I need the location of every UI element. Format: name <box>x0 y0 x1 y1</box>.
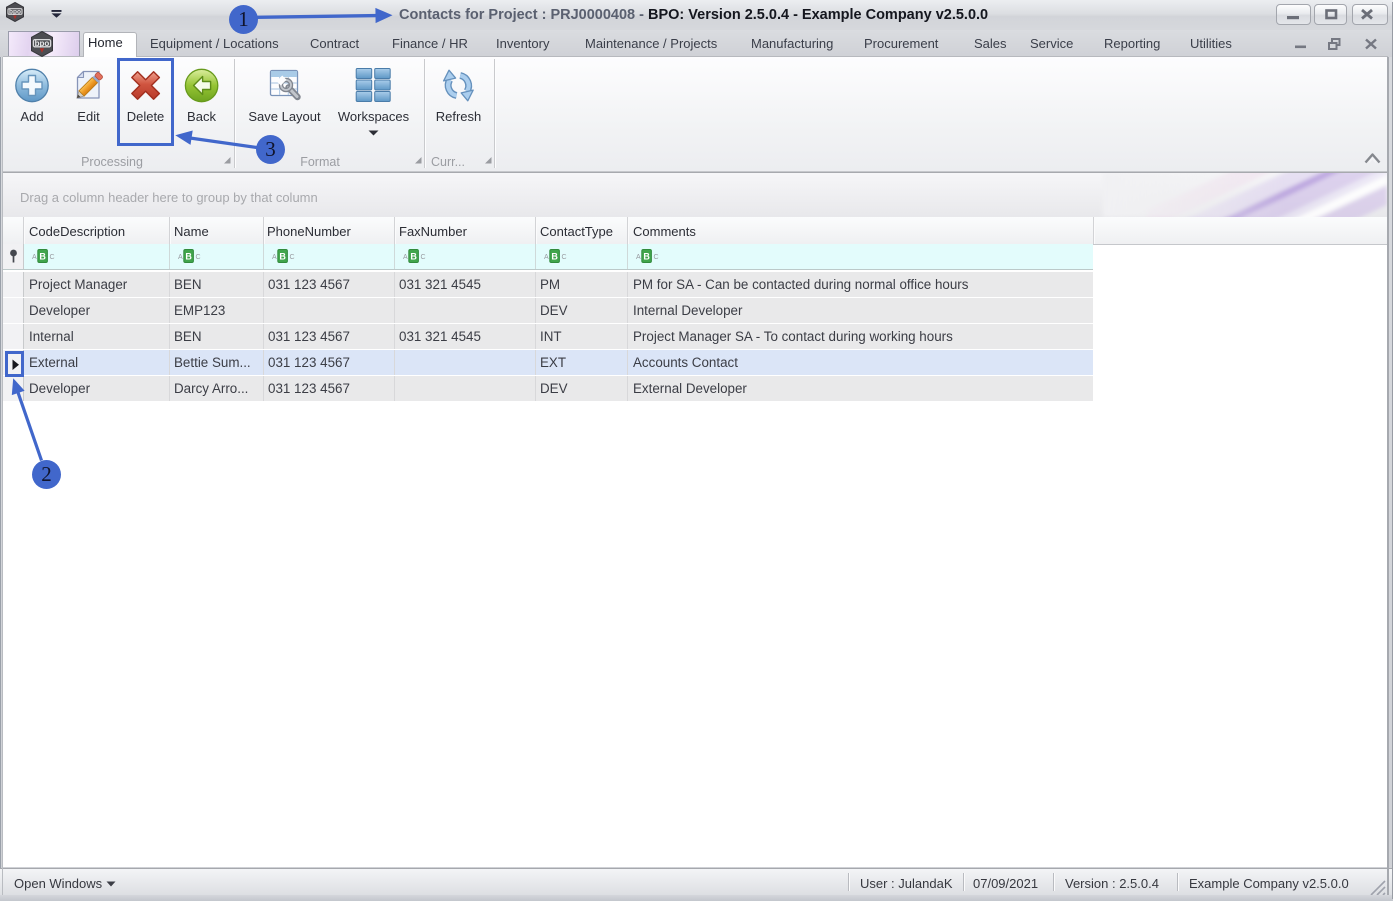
svg-text:B: B <box>39 252 46 262</box>
svg-text:bpo: bpo <box>35 39 50 48</box>
svg-text:C: C <box>50 254 55 261</box>
svg-text:bpo: bpo <box>9 9 21 16</box>
svg-text:A: A <box>32 254 37 261</box>
